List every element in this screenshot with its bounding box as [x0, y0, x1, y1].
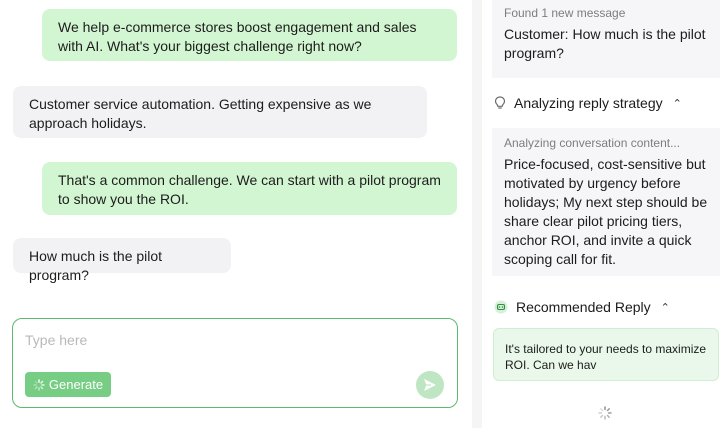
new-message-text: Customer: How much is the pilot program?: [504, 26, 706, 61]
assistant-panel: Found 1 new message Customer: How much i…: [482, 0, 720, 428]
customer-message: How much is the pilot program?: [13, 238, 231, 283]
send-button[interactable]: [416, 371, 444, 399]
agent-message: We help e-commerce stores boost engageme…: [42, 9, 457, 61]
generate-button[interactable]: Generate: [25, 372, 111, 397]
chevron-up-icon[interactable]: ⌃: [661, 301, 670, 314]
strategy-status: Analyzing conversation content...: [504, 136, 681, 150]
agent-message: That's a common challenge. We can start …: [42, 162, 457, 215]
recommended-reply-text: It's tailored to your needs to maximize …: [505, 342, 707, 372]
recommended-reply-card[interactable]: It's tailored to your needs to maximize …: [493, 328, 719, 381]
send-icon: [424, 379, 436, 391]
recommended-header[interactable]: Recommended Reply ⌃: [494, 297, 714, 317]
robot-icon: [494, 300, 508, 314]
message-composer: Generate: [12, 318, 458, 408]
strategy-title: Analyzing reply strategy: [514, 95, 663, 111]
lightbulb-icon: [494, 96, 506, 109]
new-message-status: Found 1 new message: [504, 6, 626, 20]
chevron-up-icon[interactable]: ⌃: [673, 97, 682, 110]
chat-pane: We help e-commerce stores boost engageme…: [0, 0, 472, 428]
strategy-text: Price-focused, cost-sensitive but motiva…: [504, 156, 708, 267]
new-message-card: Found 1 new message Customer: How much i…: [492, 0, 720, 78]
generate-label: Generate: [48, 377, 104, 392]
strategy-header[interactable]: Analyzing reply strategy ⌃: [494, 93, 714, 113]
message-input[interactable]: [25, 329, 405, 351]
strategy-card: Analyzing conversation content... Price-…: [492, 128, 720, 276]
spinner-icon: [33, 378, 45, 391]
customer-message: Customer service automation. Getting exp…: [13, 86, 427, 138]
spinner-icon: [598, 406, 612, 420]
recommended-title: Recommended Reply: [516, 299, 651, 315]
